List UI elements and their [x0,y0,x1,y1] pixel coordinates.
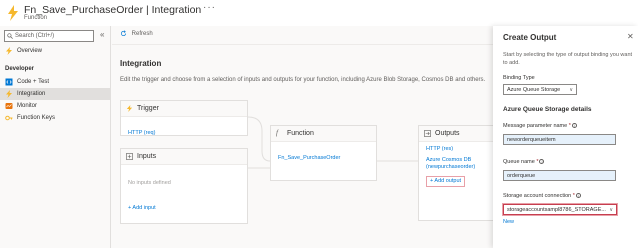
outputs-card-header: Outputs [419,126,493,142]
key-icon [5,115,13,121]
sidebar-item-label: Function Keys [17,115,56,121]
function-card-header: f Function [271,126,376,142]
sidebar-item-label: Integration [17,91,46,97]
trigger-title: Trigger [137,105,159,112]
panel-description: Start by selecting the type of output bi… [503,52,633,66]
main-content: Refresh Integration Edit the trigger and… [112,26,493,248]
output-link-cosmos-name[interactable]: (newpurchaseorder) [426,164,493,171]
outputs-title: Outputs [435,130,460,137]
binding-type-label: Binding Type [503,75,535,81]
sidebar-item-monitor[interactable]: Monitor [0,100,111,112]
sidebar-item-function-keys[interactable]: Function Keys [0,112,111,124]
inputs-icon [126,153,133,160]
monitor-icon [5,103,13,109]
inputs-card: Inputs No inputs defined + Add input [120,148,248,224]
sidebar-item-integration[interactable]: Integration [0,88,111,100]
sidebar-item-label: Overview [17,48,43,54]
function-title: Function [287,130,314,137]
inputs-card-header: Inputs [121,149,247,165]
info-icon: i [539,159,545,164]
code-icon [5,78,13,86]
binding-type-select[interactable]: Azure Queue Storage ∨ [503,84,577,95]
queue-name-input[interactable]: orderqueue [503,170,616,181]
storage-connection-select[interactable]: storageaccountsampl8786_STORAGE... ∨ [503,204,617,215]
page-subtitle: Function [24,15,48,21]
sidebar-item-label: Code + Test [17,79,50,85]
binding-type-value: Azure Queue Storage [507,87,561,93]
sidebar-item-label: Monitor [17,103,38,109]
add-output-button[interactable]: + Add output [426,176,466,187]
sidebar-item-code-test[interactable]: Code + Test [0,76,111,88]
add-input-link[interactable]: + Add input [128,205,156,211]
sidebar-item-overview[interactable]: Overview [0,45,111,57]
storage-connection-label: Storage account connection * i [503,193,581,199]
info-icon: i [575,193,581,198]
section-heading: Azure Queue Storage details [503,106,592,113]
collapse-sidebar-button[interactable]: « [100,30,104,39]
function-app-icon [8,5,18,21]
function-card: f Function Fn_Save_PurchaseOrder [270,125,377,181]
lightning-icon [126,105,133,112]
storage-connection-value: storageaccountsampl8786_STORAGE... [507,207,606,213]
create-output-panel: Create Output ✕ Start by selecting the t… [493,26,638,248]
close-icon[interactable]: ✕ [627,32,634,41]
integration-icon [6,90,12,98]
new-connection-link[interactable]: New [503,219,514,225]
sidebar-section-developer: Developer [5,66,35,72]
function-link[interactable]: Fn_Save_PurchaseOrder [278,155,340,161]
outputs-card: Outputs HTTP (res) Azure Cosmos DB (newp… [418,125,493,221]
message-param-value: neworderqueueitem [507,137,556,143]
inputs-title: Inputs [137,153,157,160]
chevron-down-icon: ∨ [609,207,613,213]
trigger-card-header: Trigger [121,101,247,117]
output-link-http[interactable]: HTTP (res) [426,146,493,153]
search-icon [7,32,13,39]
search-input[interactable]: Search (Ctrl+/) [4,30,94,42]
panel-title: Create Output [503,33,557,42]
title-bar: Fn_Save_PurchaseOrder | Integration Func… [0,0,638,26]
inputs-empty-text: No inputs defined [128,180,171,186]
message-param-label: Message parameter name * i [503,123,577,129]
more-options-button[interactable]: ··· [203,2,216,13]
function-fx-icon: f [276,129,278,137]
message-param-input[interactable]: neworderqueueitem [503,134,616,145]
outputs-icon [424,130,431,137]
trigger-card: Trigger HTTP (req) [120,100,248,136]
queue-name-label: Queue name * i [503,159,545,165]
info-icon: i [571,123,577,128]
page-title: Fn_Save_PurchaseOrder | Integration [24,4,202,16]
function-icon [6,47,12,55]
queue-name-value: orderqueue [507,173,536,179]
search-placeholder: Search (Ctrl+/) [15,33,55,39]
trigger-link[interactable]: HTTP (req) [128,130,155,136]
sidebar: Search (Ctrl+/) « Overview Developer Cod… [0,26,111,248]
output-link-cosmos[interactable]: Azure Cosmos DB [426,157,493,164]
chevron-down-icon: ∨ [569,87,573,93]
